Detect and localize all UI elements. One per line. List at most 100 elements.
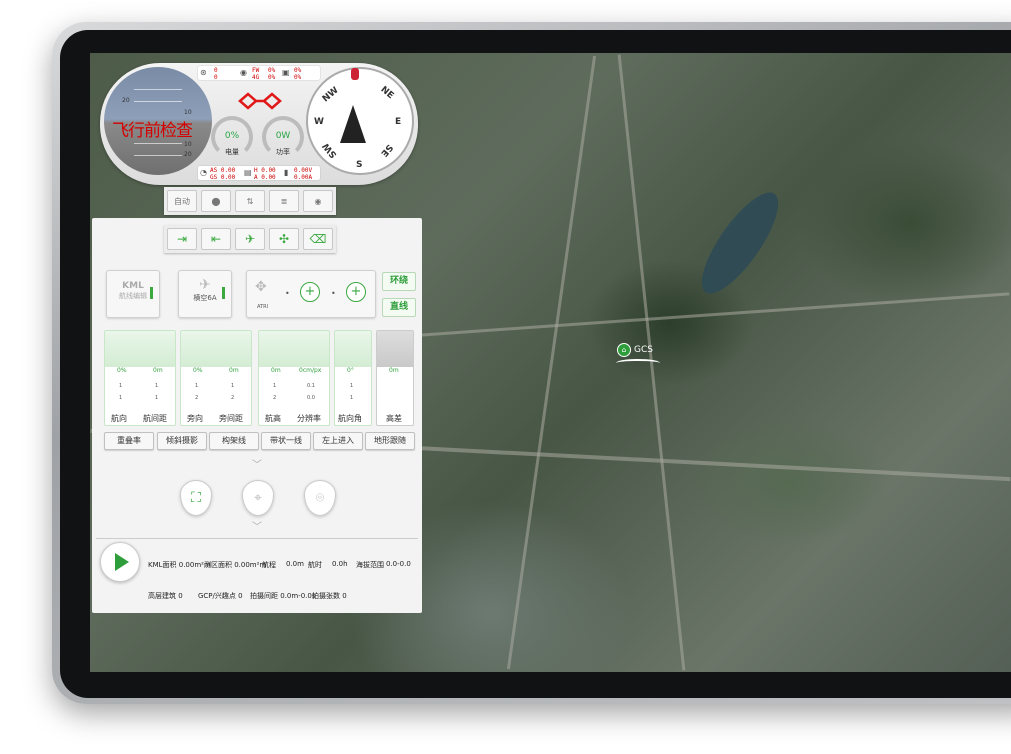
param-value: 0m bbox=[153, 367, 163, 374]
heading-arrow-icon bbox=[340, 105, 366, 143]
strip-line-button[interactable]: 带状一线 bbox=[261, 432, 311, 450]
sort-arrows-icon[interactable]: ⇅ bbox=[235, 190, 265, 212]
photo-interval: 拍摄间距 0.0m-0.0s bbox=[250, 592, 316, 600]
loop-route-button[interactable]: 环绕 bbox=[382, 272, 416, 291]
oblique-photo-button[interactable]: 倾斜摄影 bbox=[157, 432, 207, 450]
param-num: 1 bbox=[350, 383, 354, 389]
battery-label: 电量 bbox=[225, 148, 239, 156]
speed-icon: ◔ bbox=[200, 168, 207, 177]
current: 0.00A bbox=[294, 174, 313, 181]
param-num: 0.0 bbox=[307, 395, 315, 401]
gimbal-icon: ✥ bbox=[255, 279, 267, 295]
param-num: 2 bbox=[195, 395, 199, 401]
param-label: 旁间距 bbox=[219, 414, 243, 423]
aircraft-icon[interactable]: ✈ bbox=[235, 228, 265, 250]
param-heading-angle[interactable]: 0° 1 1 航向角 bbox=[334, 330, 372, 426]
param-slider-track[interactable] bbox=[181, 331, 251, 367]
fw-value: 0% bbox=[268, 67, 276, 74]
flight-time-label: 航时 bbox=[308, 561, 322, 569]
param-num: 1 bbox=[231, 383, 235, 389]
compass-w: W bbox=[314, 117, 324, 127]
param-flight-height[interactable]: 0m 0cm/px 1 0.1 2 0.0 航高 分辨率 bbox=[258, 330, 330, 426]
auto-button[interactable]: 自动 bbox=[167, 190, 197, 212]
param-value: 0cm/px bbox=[299, 367, 322, 374]
param-slider-track[interactable] bbox=[105, 331, 175, 367]
play-button[interactable] bbox=[100, 542, 140, 582]
param-num: 0.1 bbox=[307, 383, 315, 389]
add-payload-button-2[interactable]: + bbox=[346, 282, 366, 302]
param-slider-track[interactable] bbox=[377, 331, 413, 367]
attitude-line bbox=[134, 155, 182, 156]
layers-icon[interactable]: ≣ bbox=[269, 190, 299, 212]
map-road bbox=[506, 55, 597, 670]
location-pin-icon[interactable]: ⬤ bbox=[201, 190, 231, 212]
export-icon[interactable]: ⇤ bbox=[201, 228, 231, 250]
gcp-count: GCP/兴趣点 0 bbox=[198, 592, 243, 600]
preflight-check-label[interactable]: 飞行前检查 bbox=[112, 116, 193, 141]
altitude-icon: ▤ bbox=[244, 168, 252, 177]
param-num: 1 bbox=[119, 395, 123, 401]
attitude-line bbox=[134, 89, 182, 90]
power-value: 0W bbox=[275, 131, 291, 141]
attitude-scale: 10 bbox=[184, 109, 192, 116]
altitude-range-label: 海拔范围 bbox=[356, 561, 384, 569]
separator-dot: • bbox=[331, 289, 336, 298]
import-icon[interactable]: ⇥ bbox=[167, 228, 197, 250]
param-label: 分辨率 bbox=[297, 414, 321, 423]
map-lake bbox=[689, 182, 791, 304]
survey-area: 测区面积 0.00m²m bbox=[204, 561, 267, 569]
gcs-pin-icon: ⌂ bbox=[617, 343, 631, 357]
param-num: 1 bbox=[350, 395, 354, 401]
summary-divider bbox=[96, 538, 418, 539]
param-slider-track[interactable] bbox=[335, 331, 371, 367]
attitude-scale: 20 bbox=[184, 151, 192, 158]
compass-s: S bbox=[356, 160, 363, 170]
drone-icon[interactable]: ✣ bbox=[269, 228, 299, 250]
param-label: 高差 bbox=[386, 414, 402, 423]
signal-icon: ◉ bbox=[240, 68, 247, 77]
attitude-scale: 20 bbox=[122, 97, 130, 104]
frame-line-button[interactable]: 构架线 bbox=[209, 432, 259, 450]
groundspeed: GS 0.00 bbox=[210, 174, 236, 181]
param-value: 0° bbox=[347, 367, 354, 374]
rc-value-a: 0% bbox=[294, 67, 302, 74]
param-heading-overlap[interactable]: 0% 0m 1 1 1 1 航向 航间距 bbox=[104, 330, 176, 426]
4g-value: 0% bbox=[268, 74, 276, 81]
param-side-overlap[interactable]: 0% 0m 1 1 2 2 旁向 旁间距 bbox=[180, 330, 252, 426]
map-road bbox=[420, 292, 1010, 337]
attitude-line bbox=[134, 101, 182, 102]
chevron-down-icon[interactable]: ﹀ bbox=[252, 456, 262, 471]
param-label: 航向角 bbox=[338, 414, 362, 423]
param-slider-track[interactable] bbox=[259, 331, 329, 367]
param-num: 2 bbox=[273, 395, 277, 401]
aircraft-indicator bbox=[222, 287, 225, 299]
add-payload-button[interactable]: + bbox=[300, 282, 320, 302]
terrain-follow-button[interactable]: 地形跟随 bbox=[365, 432, 415, 450]
param-num: 1 bbox=[119, 383, 123, 389]
param-label: 旁向 bbox=[187, 414, 203, 423]
remote-control-icon: ▣ bbox=[282, 68, 290, 77]
straight-route-button[interactable]: 直线 bbox=[382, 298, 416, 317]
param-num: 1 bbox=[155, 395, 159, 401]
flight-time-value: 0.0h bbox=[332, 560, 348, 568]
attitude-line bbox=[134, 143, 182, 144]
chevron-down-icon[interactable]: ﹀ bbox=[252, 518, 262, 533]
param-num: 2 bbox=[231, 395, 235, 401]
range-label: 航程 bbox=[262, 561, 276, 569]
voltage: 0.00V bbox=[294, 167, 313, 174]
4g-label: 4G bbox=[252, 74, 260, 81]
param-label: 航向 bbox=[111, 414, 127, 423]
param-num: 1 bbox=[195, 383, 199, 389]
gcs-label: GCS bbox=[634, 345, 653, 355]
param-num: 1 bbox=[273, 383, 277, 389]
param-height-diff[interactable]: 0m 高差 bbox=[376, 330, 414, 426]
eraser-icon[interactable]: ⌫ bbox=[303, 228, 333, 250]
param-value: 0m bbox=[271, 367, 281, 374]
toolbar-map: 自动 ⬤ ⇅ ≣ ◉ bbox=[164, 187, 336, 215]
overlap-rate-button[interactable]: 重叠率 bbox=[104, 432, 154, 450]
top-left-entry-button[interactable]: 左上进入 bbox=[313, 432, 363, 450]
kml-indicator bbox=[150, 287, 153, 299]
eye-icon[interactable]: ◉ bbox=[303, 190, 333, 212]
param-value: 0% bbox=[117, 367, 127, 374]
gcs-marker[interactable]: ⌂ GCS bbox=[617, 343, 653, 357]
